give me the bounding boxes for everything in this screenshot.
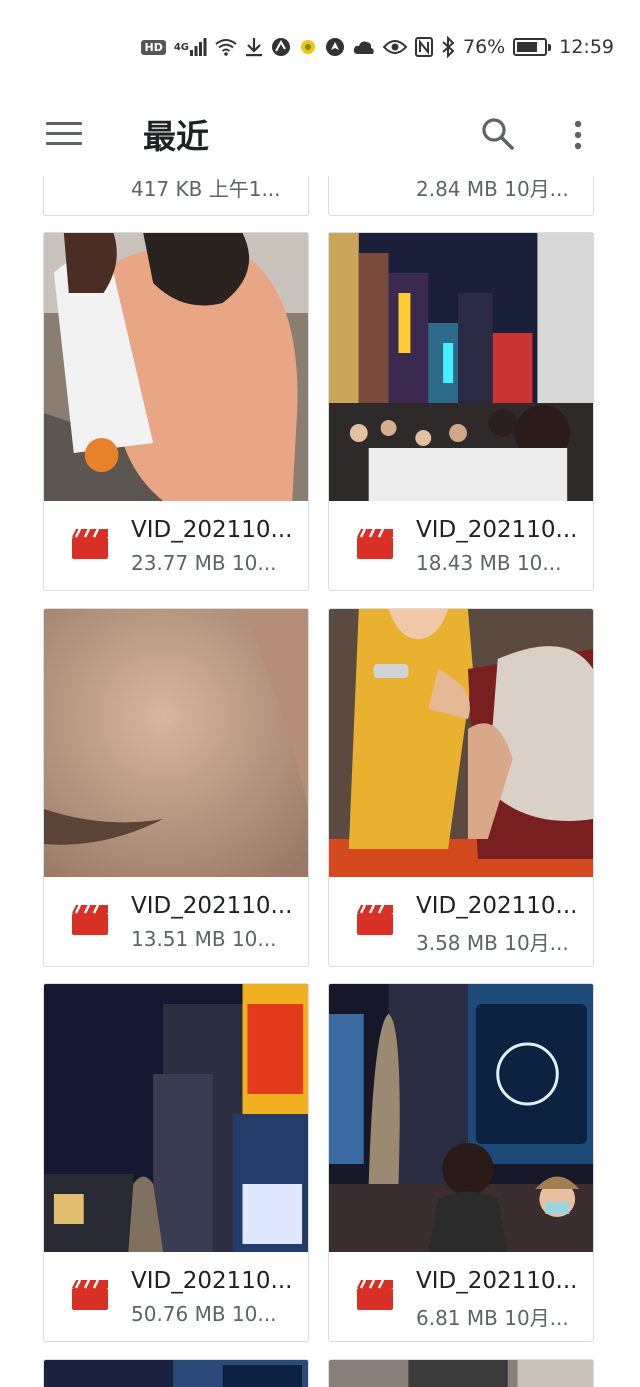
file-info: VID_202110... 3.58 MB 10月... — [329, 877, 593, 966]
file-card[interactable]: VID_202110... 3.58 MB 10月... — [328, 608, 594, 967]
file-name: VID_202110... — [131, 517, 293, 543]
file-card[interactable]: VID_202110... 13.51 MB 10... — [43, 608, 309, 967]
menu-icon-bar — [46, 122, 82, 125]
search-button[interactable] — [478, 114, 518, 154]
file-name: VID_202110... — [131, 1268, 293, 1294]
file-info: VID_202110... 23.77 MB 10... — [44, 501, 308, 590]
wifi-icon — [215, 38, 237, 56]
battery-percent: 76% — [463, 36, 506, 58]
file-meta: 13.51 MB 10... — [131, 927, 277, 951]
menu-icon-bar — [46, 142, 82, 145]
video-thumbnail — [44, 233, 308, 501]
file-info: VID_202110... 18.43 MB 10... — [329, 501, 593, 590]
video-thumbnail — [44, 984, 308, 1252]
video-file-icon — [357, 905, 393, 935]
notification-app-icon — [299, 38, 317, 56]
app-bar: 最近 — [0, 92, 640, 176]
file-name: VID_202110... — [416, 893, 578, 919]
file-card[interactable]: 417 KB 上午1... — [43, 176, 309, 216]
file-meta: 2.84 MB 10月... — [416, 177, 569, 201]
file-meta: 6.81 MB 10月... — [416, 1306, 569, 1330]
menu-button[interactable] — [46, 122, 82, 148]
file-card[interactable]: VID_202110... 6.81 MB 10月... — [328, 983, 594, 1342]
browser-icon — [271, 37, 291, 57]
video-file-icon — [72, 1280, 108, 1310]
file-card[interactable]: VID_202110... 23.77 MB 10... — [43, 232, 309, 591]
status-icons: HD 4G 76% 12:59 — [141, 33, 614, 61]
location-icon — [325, 37, 345, 57]
file-card[interactable]: VID_202110... 50.76 MB 10... — [43, 983, 309, 1342]
file-info: VID_202110... 13.51 MB 10... — [44, 877, 308, 966]
file-meta: 23.77 MB 10... — [131, 551, 277, 575]
clock: 12:59 — [559, 36, 614, 58]
search-icon — [482, 118, 514, 150]
battery-icon — [513, 38, 552, 56]
status-bar: HD 4G 76% 12:59 — [0, 0, 640, 92]
video-thumbnail — [44, 1360, 308, 1387]
recent-files-grid[interactable]: 417 KB 上午1... 2.84 MB 10月... VID_202110.… — [0, 176, 640, 1387]
eye-comfort-icon — [383, 39, 407, 55]
hd-voice-icon: HD — [141, 39, 166, 55]
menu-icon-bar — [46, 132, 82, 135]
cellular-signal-icon: 4G — [174, 38, 207, 56]
cloud-icon — [353, 39, 375, 55]
video-thumbnail — [329, 1360, 593, 1387]
video-thumbnail — [329, 233, 593, 501]
video-file-icon — [72, 529, 108, 559]
file-name: VID_202110... — [416, 517, 578, 543]
video-thumbnail — [44, 609, 308, 877]
more-options-button[interactable] — [566, 116, 590, 156]
page-title: 最近 — [143, 117, 209, 156]
file-meta: 417 KB 上午1... — [131, 177, 281, 201]
file-info: VID_202110... 6.81 MB 10月... — [329, 1252, 593, 1341]
network-type-label: 4G — [173, 41, 189, 53]
video-file-icon — [357, 1280, 393, 1310]
file-card[interactable] — [328, 1359, 594, 1387]
video-file-icon — [357, 529, 393, 559]
video-thumbnail — [329, 609, 593, 877]
file-name: VID_202110... — [131, 893, 293, 919]
bluetooth-icon — [441, 36, 455, 58]
file-name: VID_202110... — [416, 1268, 578, 1294]
file-meta: 18.43 MB 10... — [416, 551, 562, 575]
video-thumbnail — [329, 984, 593, 1252]
nfc-icon — [415, 37, 433, 57]
download-icon — [245, 37, 263, 57]
more-vert-icon — [574, 120, 582, 150]
file-meta: 3.58 MB 10月... — [416, 931, 569, 955]
file-card[interactable] — [43, 1359, 309, 1387]
file-info: VID_202110... 50.76 MB 10... — [44, 1252, 308, 1341]
file-card[interactable]: VID_202110... 18.43 MB 10... — [328, 232, 594, 591]
file-card[interactable]: 2.84 MB 10月... — [328, 176, 594, 216]
file-meta: 50.76 MB 10... — [131, 1302, 277, 1326]
video-file-icon — [72, 905, 108, 935]
